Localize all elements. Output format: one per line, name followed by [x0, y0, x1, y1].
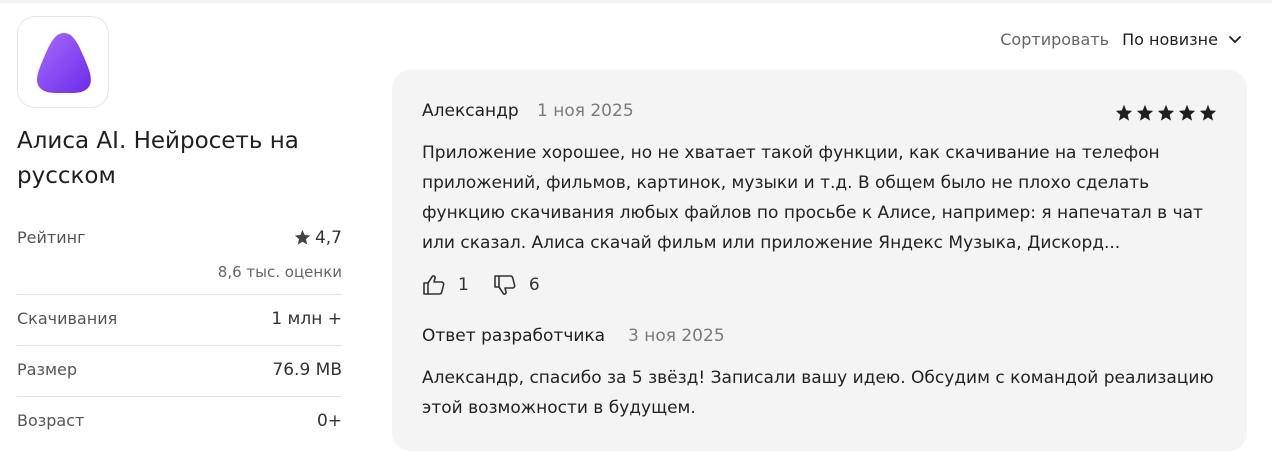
star-icon — [294, 229, 311, 245]
star-icon — [1157, 104, 1175, 121]
developer-reply-date: 3 ноя 2025 — [628, 326, 725, 346]
rating-row: Рейтинг 4,7 8,6 тыс. оценки — [17, 228, 342, 288]
thumbs-down-icon — [494, 275, 516, 295]
dislike-button[interactable]: 6 — [493, 274, 540, 296]
star-icon — [1115, 104, 1133, 121]
alice-app-icon — [17, 16, 109, 108]
divider — [17, 294, 342, 295]
developer-reply-title: Ответ разработчика — [422, 326, 606, 346]
rating-value: 4,7 — [314, 228, 342, 248]
divider — [17, 345, 342, 346]
sort-dropdown[interactable]: По новизне — [1122, 30, 1241, 49]
review-text: Приложение хорошее, но не хватает такой … — [422, 143, 1203, 253]
like-count: 1 — [458, 275, 469, 295]
divider — [17, 396, 342, 397]
thumbs-up-icon — [423, 275, 445, 295]
review-card: Александр 1 ноя 2025 Приложение хорошее,… — [392, 70, 1247, 451]
downloads-label: Скачивания — [17, 309, 118, 328]
size-label: Размер — [17, 360, 78, 379]
size-value: 76.9 MB — [272, 360, 342, 380]
app-title: Алиса AI. Нейросеть на русском — [17, 128, 299, 189]
sort-value: По новизне — [1122, 30, 1218, 49]
star-icon — [1199, 104, 1217, 121]
downloads-row: Скачивания 1 млн + — [17, 309, 342, 333]
review-votes: 1 6 — [422, 274, 540, 296]
sort-label: Сортировать — [1000, 30, 1110, 49]
top-divider — [0, 0, 1272, 3]
chevron-down-icon — [1229, 36, 1241, 43]
rating-count: 8,6 тыс. оценки — [217, 263, 342, 281]
review-author: Александр — [422, 101, 519, 121]
review-stars — [1115, 104, 1217, 121]
star-icon — [1178, 104, 1196, 121]
age-label: Возраст — [17, 411, 85, 430]
rating-label: Рейтинг — [17, 228, 86, 247]
star-icon — [1136, 104, 1154, 121]
rating-value-wrap: 4,7 — [294, 228, 342, 248]
developer-reply-text: Александр, спасибо за 5 звёзд! Записали … — [422, 368, 1214, 418]
review-date: 1 ноя 2025 — [537, 101, 634, 121]
dislike-count: 6 — [528, 275, 540, 295]
size-row: Размер 76.9 MB — [17, 360, 342, 384]
alice-logo-icon — [37, 33, 91, 94]
age-row: Возраст 0+ — [17, 411, 342, 435]
like-button[interactable]: 1 — [422, 274, 469, 296]
downloads-value: 1 млн + — [271, 309, 342, 329]
sort-control: Сортировать По новизне — [1000, 30, 1241, 49]
age-value: 0+ — [316, 411, 342, 431]
